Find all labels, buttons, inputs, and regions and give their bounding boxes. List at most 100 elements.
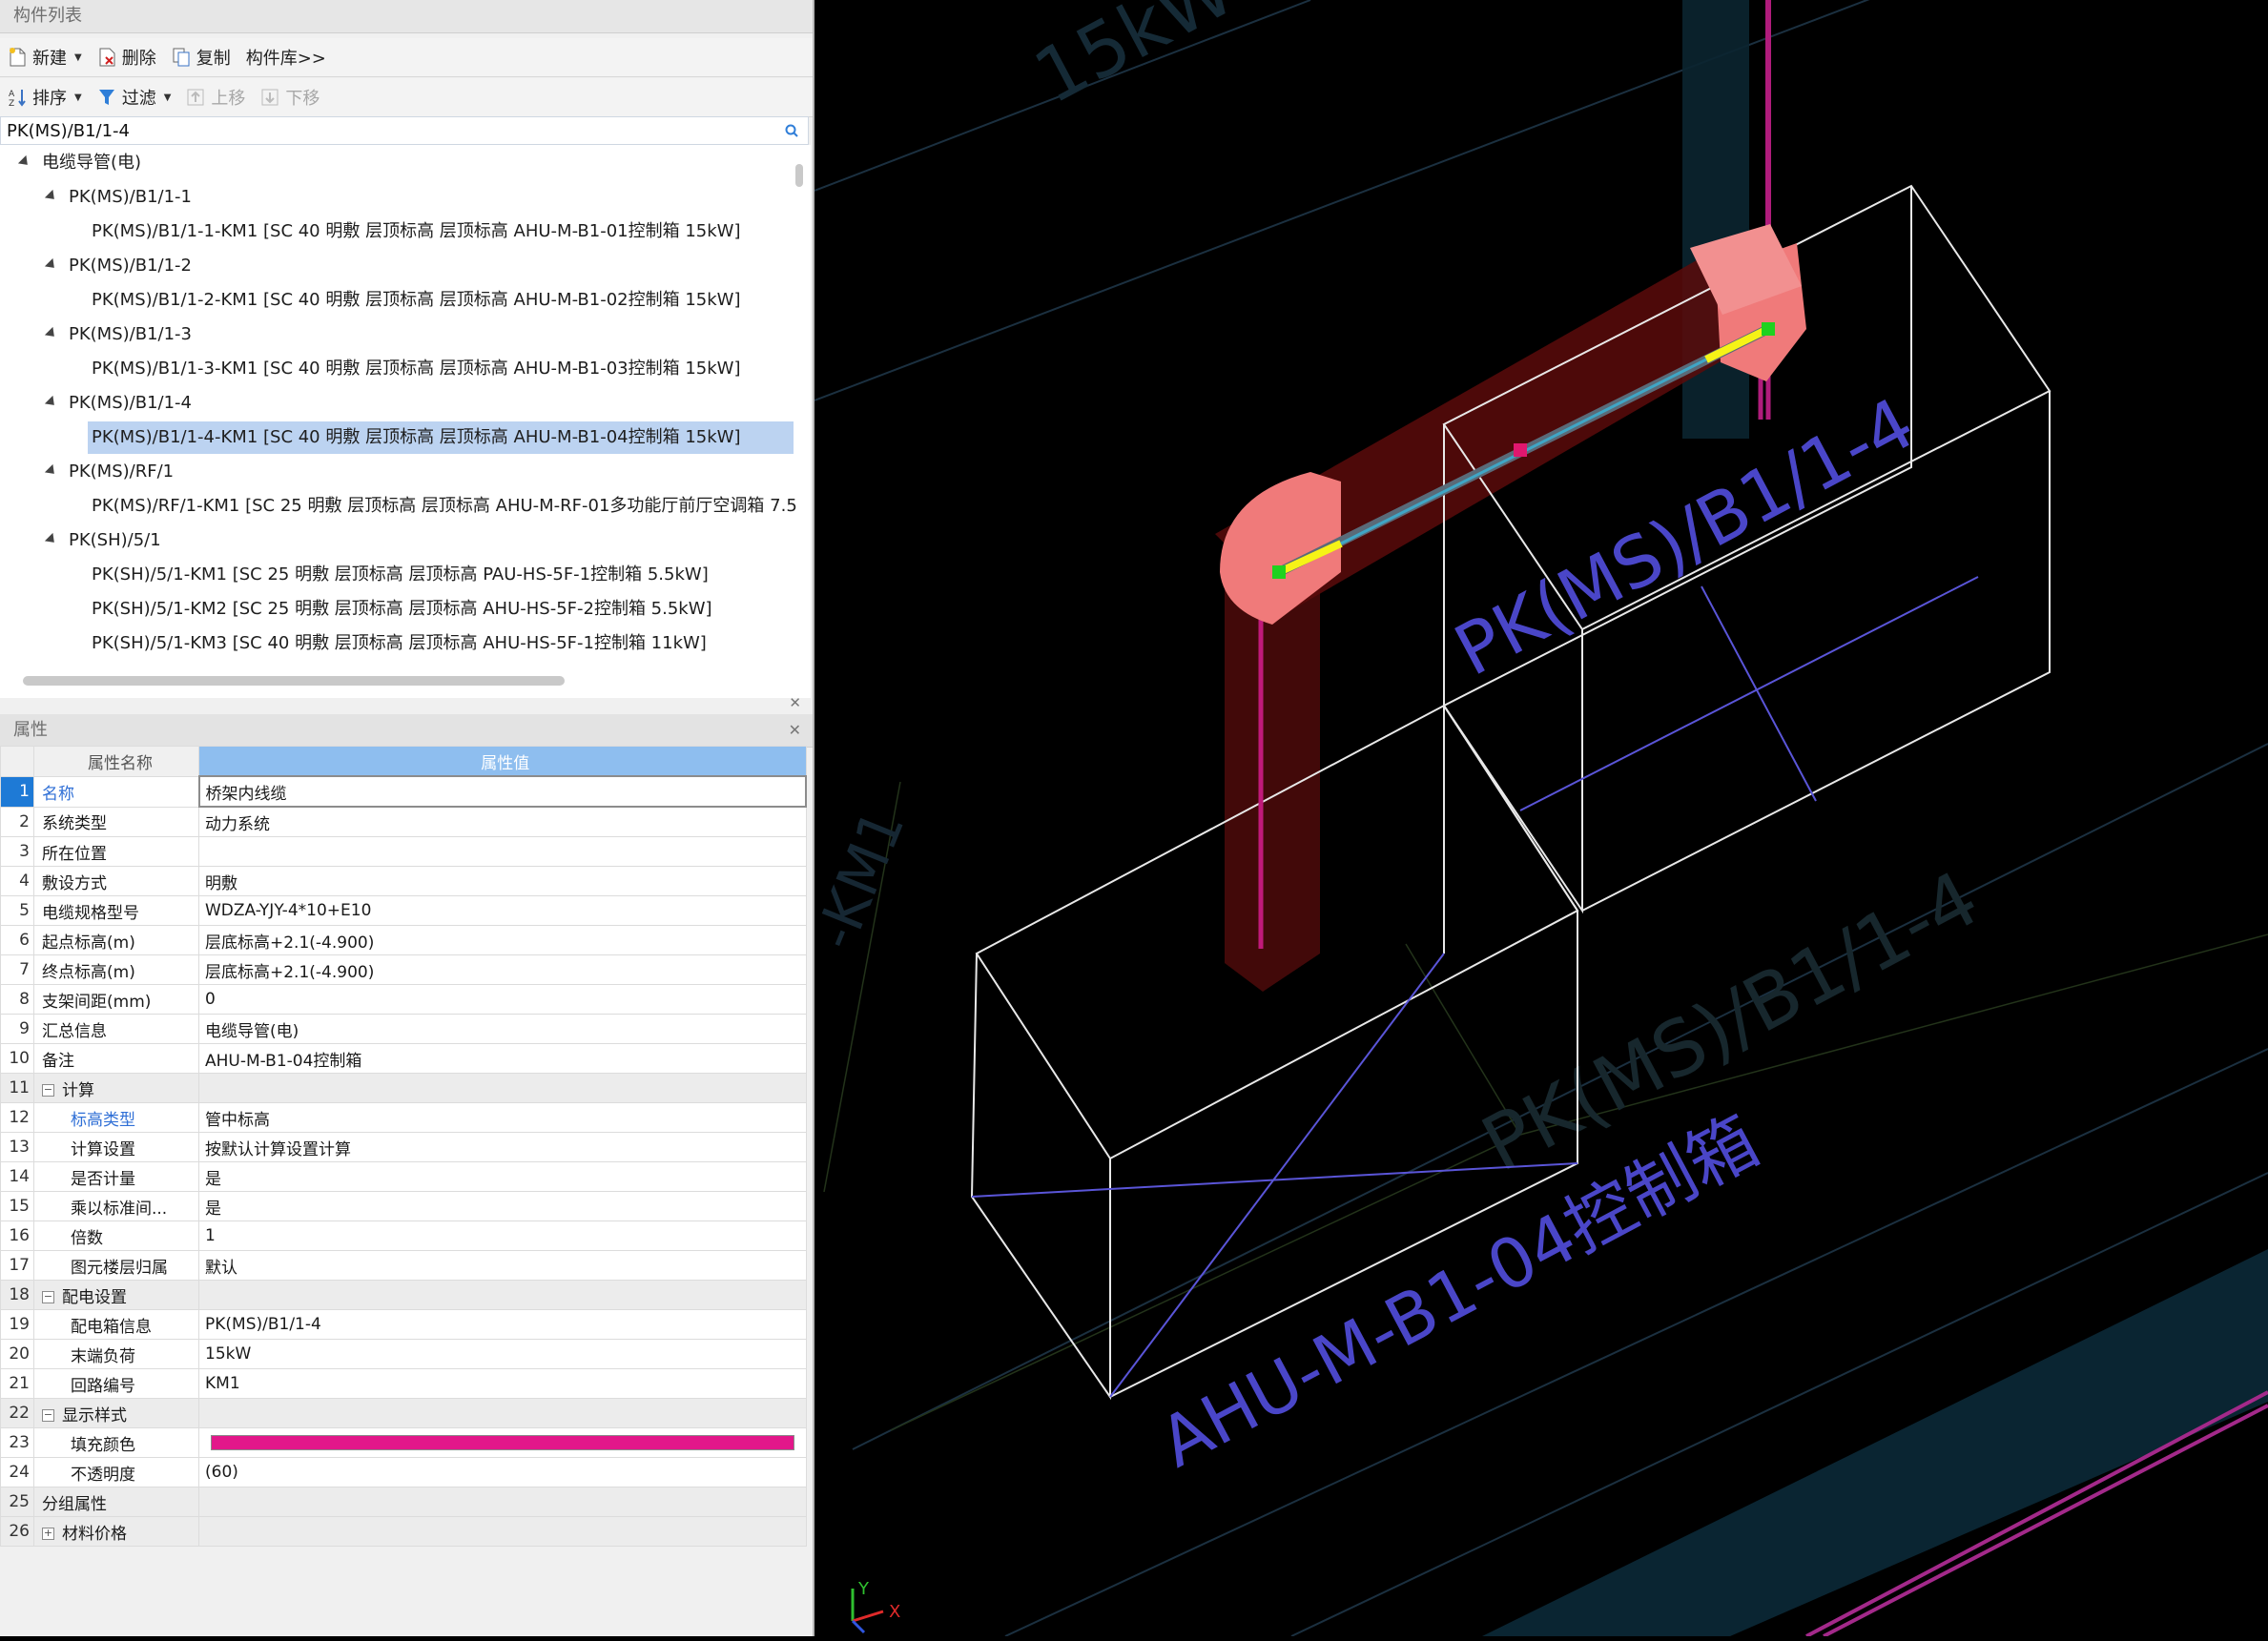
property-row[interactable]: 8 支架间距(mm) 0 bbox=[0, 984, 807, 1015]
property-value-cell[interactable]: 层底标高+2.1(-4.900) bbox=[198, 925, 807, 955]
3d-viewport[interactable]: 15kW -KM1 PK(MS)/B1/1-4 PK(MS)/B1/1-4 AH… bbox=[802, 0, 2268, 1638]
property-row[interactable]: 11− 计算 bbox=[0, 1073, 807, 1103]
horizontal-scrollbar[interactable] bbox=[23, 676, 565, 686]
close-icon[interactable]: ✕ bbox=[789, 694, 801, 711]
search-icon[interactable] bbox=[785, 123, 798, 137]
property-row[interactable]: 4 敷设方式 明敷 bbox=[0, 866, 807, 896]
property-row[interactable]: 17 图元楼层归属 默认 bbox=[0, 1250, 807, 1281]
property-value-cell[interactable]: WDZA-YJY-4*10+E10 bbox=[198, 895, 807, 926]
property-value-cell[interactable]: 电缆导管(电) bbox=[198, 1014, 807, 1044]
move-up-button[interactable]: 上移 bbox=[186, 85, 245, 110]
tree-leaf-item[interactable]: PK(SH)/5/1-KM3 [SC 40 明敷 层顶标高 层顶标高 AHU-H… bbox=[92, 627, 707, 660]
collapse-minus-icon[interactable]: − bbox=[42, 1291, 54, 1303]
property-value-cell[interactable]: (60) bbox=[198, 1457, 807, 1487]
property-value-cell[interactable]: KM1 bbox=[198, 1368, 807, 1399]
property-value: 明敷 bbox=[205, 873, 237, 893]
chevron-down-icon[interactable]: ▼ bbox=[74, 52, 82, 63]
property-value-cell[interactable]: 15kW bbox=[198, 1339, 807, 1369]
property-row[interactable]: 20 末端负荷 15kW bbox=[0, 1339, 807, 1369]
property-row[interactable]: 9 汇总信息 电缆导管(电) bbox=[0, 1014, 807, 1044]
property-row[interactable]: 12 标高类型 管中标高 bbox=[0, 1102, 807, 1133]
property-row[interactable]: 24 不透明度 (60) bbox=[0, 1457, 807, 1487]
grip-mid[interactable] bbox=[1514, 443, 1527, 457]
property-value-cell[interactable]: 动力系统 bbox=[198, 806, 807, 837]
library-button[interactable]: 构件库>> bbox=[246, 45, 326, 70]
property-row[interactable]: 5 电缆规格型号 WDZA-YJY-4*10+E10 bbox=[0, 895, 807, 926]
search-input[interactable] bbox=[7, 117, 760, 144]
close-icon[interactable]: ✕ bbox=[775, 714, 801, 747]
tree-leaf-item[interactable]: PK(MS)/RF/1-KM1 [SC 25 明敷 层顶标高 层顶标高 AHU-… bbox=[92, 490, 797, 523]
property-value: KM1 bbox=[205, 1374, 240, 1393]
chevron-down-icon[interactable]: ▼ bbox=[164, 92, 172, 103]
tree-group-item[interactable]: PK(MS)/B1/1-2 bbox=[44, 250, 192, 282]
property-value-cell[interactable]: 桥架内线缆 bbox=[197, 775, 807, 808]
expand-arrow-icon[interactable] bbox=[44, 463, 59, 479]
property-value-cell[interactable] bbox=[198, 836, 807, 867]
property-value: 15kW bbox=[205, 1344, 252, 1364]
property-row[interactable]: 18− 配电设置 bbox=[0, 1280, 807, 1310]
property-value-cell[interactable]: AHU-M-B1-04控制箱 bbox=[198, 1043, 807, 1074]
property-row[interactable]: 10 备注 AHU-M-B1-04控制箱 bbox=[0, 1043, 807, 1074]
property-row[interactable]: 1 名称 桥架内线缆 bbox=[0, 775, 807, 808]
expand-arrow-icon[interactable] bbox=[44, 395, 59, 410]
property-value-cell[interactable]: 是 bbox=[198, 1161, 807, 1192]
vertical-scrollbar[interactable] bbox=[795, 164, 803, 187]
property-value-cell[interactable]: 1 bbox=[198, 1220, 807, 1251]
tree-group-item[interactable]: PK(MS)/B1/1-1 bbox=[44, 181, 192, 214]
property-value-cell[interactable]: PK(MS)/B1/1-4 bbox=[198, 1309, 807, 1340]
expand-arrow-icon[interactable] bbox=[44, 257, 59, 273]
viewport-canvas[interactable]: 15kW -KM1 PK(MS)/B1/1-4 PK(MS)/B1/1-4 AH… bbox=[802, 0, 2268, 1638]
collapse-minus-icon[interactable]: − bbox=[42, 1409, 54, 1422]
property-value-cell[interactable]: 0 bbox=[198, 984, 807, 1015]
fill-color-swatch[interactable] bbox=[211, 1435, 794, 1450]
expand-arrow-icon[interactable] bbox=[44, 189, 59, 204]
expand-arrow-icon[interactable] bbox=[17, 154, 32, 170]
property-row[interactable]: 21 回路编号 KM1 bbox=[0, 1368, 807, 1399]
tree-group-item[interactable]: 电缆导管(电) bbox=[17, 147, 141, 179]
new-button[interactable]: 新建 ▼ bbox=[8, 45, 82, 70]
expand-arrow-icon[interactable] bbox=[44, 532, 59, 547]
tree-group-item[interactable]: PK(MS)/B1/1-4 bbox=[44, 387, 192, 420]
tree-group-item[interactable]: PK(MS)/B1/1-3 bbox=[44, 318, 192, 351]
grip-end[interactable] bbox=[1762, 322, 1775, 336]
property-row[interactable]: 19 配电箱信息 PK(MS)/B1/1-4 bbox=[0, 1309, 807, 1340]
tree-group-item[interactable]: PK(SH)/5/1 bbox=[44, 524, 161, 557]
property-row[interactable]: 13 计算设置 按默认计算设置计算 bbox=[0, 1132, 807, 1162]
delete-button[interactable]: 删除 bbox=[97, 45, 156, 70]
chevron-down-icon[interactable]: ▼ bbox=[74, 92, 82, 103]
property-value-cell[interactable]: 默认 bbox=[198, 1250, 807, 1281]
property-row[interactable]: 15 乘以标准间... 是 bbox=[0, 1191, 807, 1221]
property-value-cell[interactable] bbox=[198, 1427, 807, 1458]
property-value-cell[interactable]: 是 bbox=[198, 1191, 807, 1221]
collapse-minus-icon[interactable]: − bbox=[42, 1084, 54, 1097]
property-row[interactable]: 26 + 材料价格 bbox=[0, 1516, 807, 1547]
tree-leaf-item[interactable]: PK(MS)/B1/1-3-KM1 [SC 40 明敷 层顶标高 层顶标高 AH… bbox=[92, 353, 741, 385]
tree-leaf-item[interactable]: PK(SH)/5/1-KM2 [SC 25 明敷 层顶标高 层顶标高 AHU-H… bbox=[92, 593, 712, 626]
copy-button[interactable]: 复制 bbox=[172, 45, 231, 70]
grip-start[interactable] bbox=[1272, 565, 1286, 579]
move-down-button[interactable]: 下移 bbox=[260, 85, 320, 110]
tree-group-item[interactable]: PK(MS)/RF/1 bbox=[44, 456, 174, 488]
property-value-cell[interactable]: 层底标高+2.1(-4.900) bbox=[198, 954, 807, 985]
property-row[interactable]: 14 是否计量 是 bbox=[0, 1161, 807, 1192]
filter-button[interactable]: 过滤 ▼ bbox=[97, 85, 172, 110]
property-value-cell[interactable]: 明敷 bbox=[198, 866, 807, 896]
tree-leaf-item[interactable]: PK(MS)/B1/1-2-KM1 [SC 40 明敷 层顶标高 层顶标高 AH… bbox=[92, 284, 741, 317]
sort-button[interactable]: AZ 排序 ▼ bbox=[8, 85, 82, 110]
property-row[interactable]: 23 填充颜色 bbox=[0, 1427, 807, 1458]
property-row-number: 1 bbox=[0, 775, 34, 808]
property-row[interactable]: 16 倍数 1 bbox=[0, 1220, 807, 1251]
expand-arrow-icon[interactable] bbox=[44, 326, 59, 341]
tree-leaf-item[interactable]: PK(SH)/5/1-KM1 [SC 25 明敷 层顶标高 层顶标高 PAU-H… bbox=[92, 559, 709, 591]
property-value-cell[interactable]: 管中标高 bbox=[198, 1102, 807, 1133]
property-value-cell[interactable]: 按默认计算设置计算 bbox=[198, 1132, 807, 1162]
property-row[interactable]: 6 起点标高(m) 层底标高+2.1(-4.900) bbox=[0, 925, 807, 955]
expand-plus-icon[interactable]: + bbox=[42, 1528, 54, 1540]
property-row[interactable]: 25 分组属性 bbox=[0, 1487, 807, 1517]
property-row[interactable]: 2 系统类型 动力系统 bbox=[0, 806, 807, 837]
tree-leaf-item[interactable]: PK(MS)/B1/1-4-KM1 [SC 40 明敷 层顶标高 层顶标高 AH… bbox=[88, 421, 794, 454]
tree-leaf-item[interactable]: PK(MS)/B1/1-1-KM1 [SC 40 明敷 层顶标高 层顶标高 AH… bbox=[92, 215, 741, 248]
property-row[interactable]: 3 所在位置 bbox=[0, 836, 807, 867]
property-row[interactable]: 22− 显示样式 bbox=[0, 1398, 807, 1428]
property-row[interactable]: 7 终点标高(m) 层底标高+2.1(-4.900) bbox=[0, 954, 807, 985]
